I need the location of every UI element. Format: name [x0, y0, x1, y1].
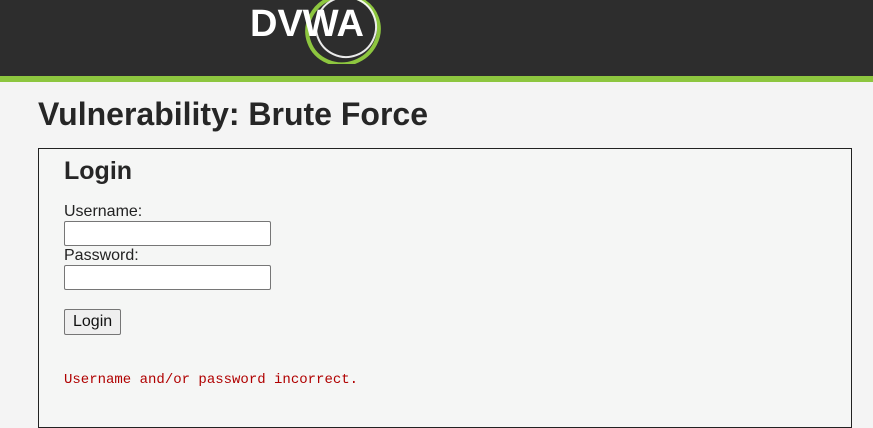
- error-message: Username and/or password incorrect.: [64, 372, 359, 388]
- username-label: Username:: [64, 203, 143, 220]
- username-input[interactable]: [64, 221, 271, 246]
- page-title: Vulnerability: Brute Force: [38, 96, 428, 132]
- dvwa-logo: DVWA: [250, 0, 381, 64]
- logo-text: DVWA: [250, 3, 364, 45]
- password-label: Password:: [64, 247, 139, 264]
- login-title: Login: [64, 157, 133, 185]
- login-panel: Login Username: Password: Login Username…: [38, 148, 852, 428]
- login-button[interactable]: Login: [64, 309, 122, 335]
- site-header: DVWA: [0, 0, 873, 82]
- password-input[interactable]: [64, 265, 271, 290]
